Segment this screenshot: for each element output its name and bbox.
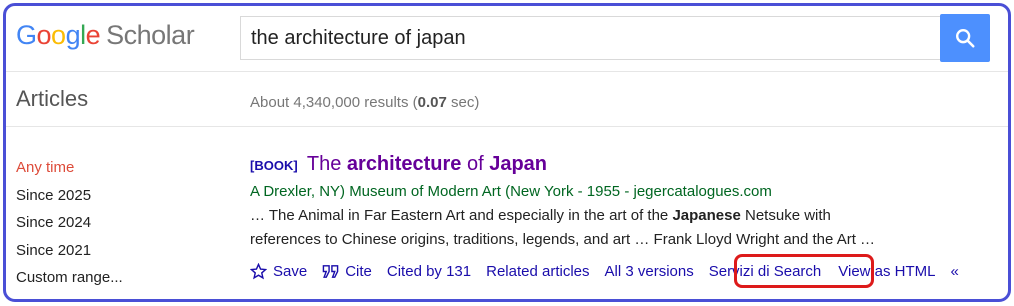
servizi-di-search-link[interactable]: Servizi di Search — [709, 263, 822, 280]
cited-by-link[interactable]: Cited by 131 — [387, 263, 471, 280]
search-button[interactable] — [940, 14, 990, 62]
more-chevron-icon[interactable]: « — [951, 263, 959, 280]
results-count: About 4,340,000 results (0.07 sec) — [250, 94, 480, 111]
section-title: Articles — [16, 86, 89, 111]
result-authors: A Drexler, NY) Museum of Modern Art (New… — [250, 183, 772, 200]
star-icon — [250, 262, 267, 279]
result-title-link[interactable]: The architecture of Japan — [307, 153, 547, 175]
view-as-html-link[interactable]: View as HTML — [838, 263, 935, 280]
related-articles-link[interactable]: Related articles — [486, 263, 589, 280]
result-title-line: [BOOK] The architecture of Japan — [250, 151, 1008, 179]
search-input[interactable]: the architecture of japan — [240, 16, 940, 60]
window-frame: Google Scholar the architecture of japan … — [3, 3, 1011, 302]
filter-since-2024[interactable]: Since 2024 — [16, 209, 123, 237]
save-button[interactable]: Save — [250, 262, 307, 280]
filter-custom-range[interactable]: Custom range... — [16, 264, 123, 292]
subheader-divider — [6, 126, 1008, 127]
google-scholar-logo[interactable]: Google Scholar — [16, 20, 195, 51]
filter-since-2021[interactable]: Since 2021 — [16, 237, 123, 265]
result-snippet: … The Animal in Far Eastern Art and espe… — [250, 207, 876, 248]
quote-icon — [322, 264, 339, 278]
search-icon — [956, 29, 975, 48]
header-divider — [6, 71, 1008, 72]
all-versions-link[interactable]: All 3 versions — [605, 263, 694, 280]
filter-any-time[interactable]: Any time — [16, 154, 123, 182]
result-type-tag: [BOOK] — [250, 158, 298, 173]
cite-button[interactable]: Cite — [322, 263, 372, 280]
result-actions: Save Cite Cited by 131 Related articles … — [250, 259, 959, 283]
date-filter-sidebar: Any time Since 2025 Since 2024 Since 202… — [16, 154, 123, 292]
search-result: [BOOK] The architecture of Japan A Drexl… — [250, 151, 1008, 252]
filter-since-2025[interactable]: Since 2025 — [16, 182, 123, 210]
